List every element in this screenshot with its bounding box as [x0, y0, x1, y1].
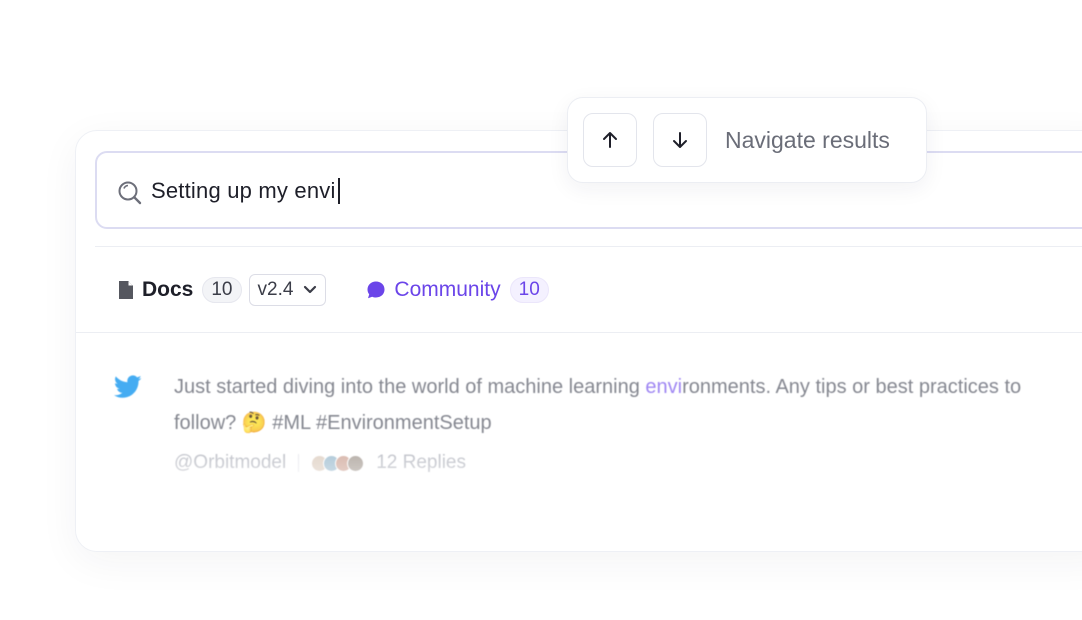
tab-community[interactable]: Community 10: [366, 277, 549, 303]
result-text-after: ronments. Any tips or best practices to: [682, 376, 1022, 398]
result-highlight: envi: [645, 376, 683, 398]
result-text-before: Just started diving into the world of ma…: [174, 376, 646, 398]
meta-separator: [298, 454, 300, 472]
arrow-down-key[interactable]: [653, 113, 707, 167]
search-query: Setting up my envi: [151, 178, 340, 204]
result-text-line2: follow? 🤔 #ML #EnvironmentSetup: [174, 412, 492, 434]
chevron-down-icon: [304, 285, 317, 294]
result-meta: @Orbitmodel 12 Replies: [174, 452, 466, 474]
search-icon: [118, 181, 142, 205]
divider: [76, 332, 1082, 333]
divider: [95, 246, 1082, 247]
chat-bubble-icon: [367, 281, 385, 299]
navigate-results-hint: Navigate results: [567, 97, 927, 183]
navigate-results-label: Navigate results: [725, 127, 890, 153]
version-select[interactable]: v2.4: [248, 274, 327, 306]
tab-docs-label: Docs: [142, 278, 194, 301]
arrow-down-icon: [673, 132, 687, 148]
source-tabs: Docs 10 v2.4 Community 10: [118, 274, 549, 306]
twitter-icon: [114, 375, 142, 398]
search-query-text: Setting up my envi: [151, 178, 336, 203]
reply-count[interactable]: 12 Replies: [376, 452, 466, 474]
arrow-up-icon: [603, 132, 617, 148]
result-text: Just started diving into the world of ma…: [174, 369, 1082, 441]
result-item[interactable]: Just started diving into the world of ma…: [76, 339, 1082, 499]
arrow-up-key[interactable]: [583, 113, 637, 167]
tab-docs[interactable]: Docs 10 v2.4: [118, 274, 327, 306]
docs-count-badge: 10: [202, 277, 242, 303]
community-count-badge: 10: [509, 277, 549, 303]
result-author[interactable]: @Orbitmodel: [174, 452, 286, 474]
document-icon: [119, 281, 133, 299]
version-value: v2.4: [257, 279, 294, 300]
text-caret: [337, 178, 340, 204]
avatar: [347, 454, 365, 472]
reply-avatars: [311, 454, 365, 472]
search-modal: Setting up my envi Docs 10 v2.4 Communit…: [75, 130, 1082, 552]
tab-community-label: Community: [394, 278, 501, 301]
